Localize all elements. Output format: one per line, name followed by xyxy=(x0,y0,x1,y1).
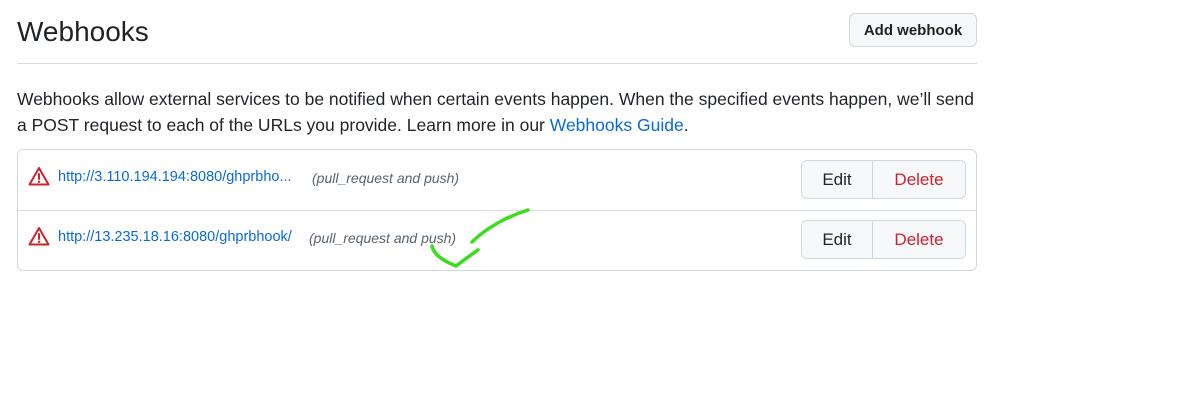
webhook-actions: Edit Delete xyxy=(801,220,966,259)
webhooks-page: Webhooks Add webhook Webhooks allow exte… xyxy=(0,0,1192,406)
webhook-events: (pull_request and push) xyxy=(312,170,460,186)
description-suffix: . xyxy=(683,115,689,135)
page-title: Webhooks xyxy=(17,16,149,47)
webhook-actions: Edit Delete xyxy=(801,160,966,199)
edit-webhook-button[interactable]: Edit xyxy=(802,221,873,258)
webhook-row: http://13.235.18.16:8080/ghprbhook/ (pul… xyxy=(18,210,976,270)
webhook-url-link[interactable]: http://13.235.18.16:8080/ghprbhook/ xyxy=(58,229,292,245)
webhook-row: http://3.110.194.194:8080/ghprbho... (pu… xyxy=(18,150,976,211)
webhook-events: (pull_request and push) xyxy=(309,230,457,246)
add-webhook-button[interactable]: Add webhook xyxy=(849,13,977,47)
page-header: Webhooks Add webhook xyxy=(17,0,977,64)
description-text: Webhooks allow external services to be n… xyxy=(17,89,974,135)
alert-triangle-icon xyxy=(28,167,50,186)
webhook-url-link[interactable]: http://3.110.194.194:8080/ghprbho... xyxy=(58,169,292,185)
webhooks-description: Webhooks allow external services to be n… xyxy=(17,86,977,138)
delete-webhook-button[interactable]: Delete xyxy=(873,221,965,258)
alert-triangle-icon xyxy=(28,227,50,246)
edit-webhook-button[interactable]: Edit xyxy=(802,161,873,198)
delete-webhook-button[interactable]: Delete xyxy=(873,161,965,198)
webhook-list: http://3.110.194.194:8080/ghprbho... (pu… xyxy=(17,149,977,271)
webhooks-guide-link[interactable]: Webhooks Guide xyxy=(550,115,684,135)
